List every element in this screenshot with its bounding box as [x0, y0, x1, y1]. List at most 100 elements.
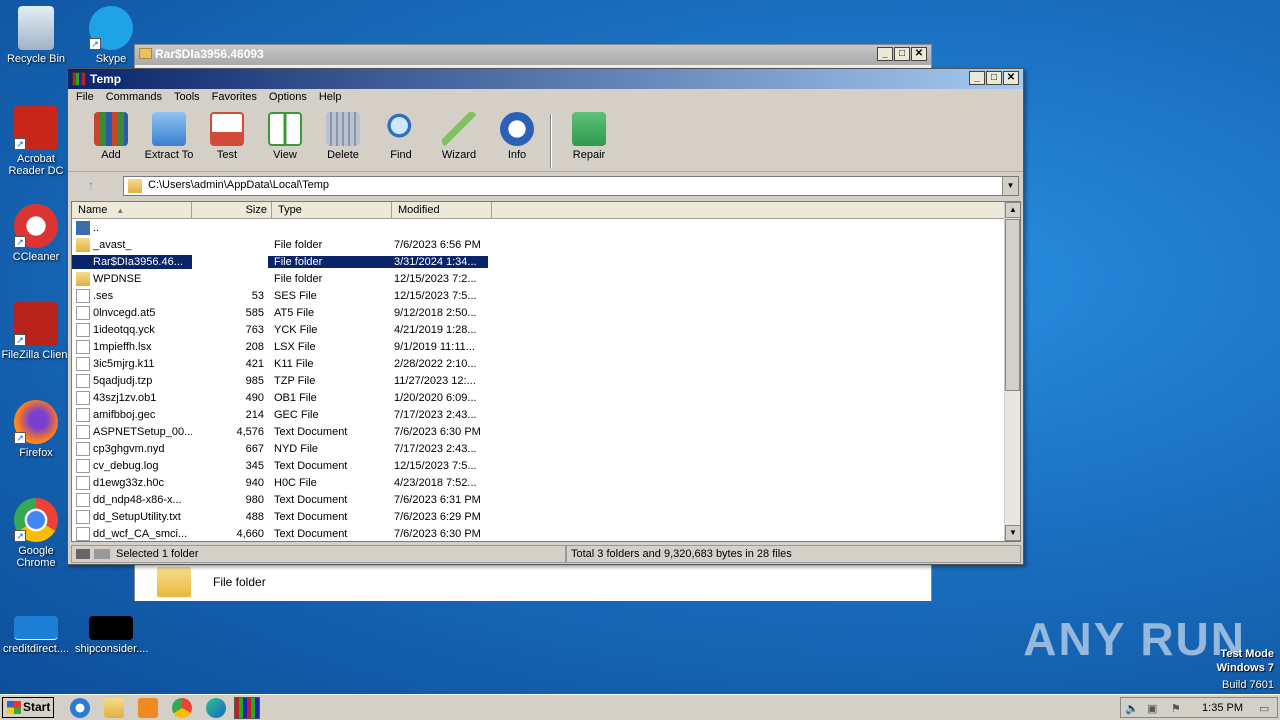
menu-favorites[interactable]: Favorites [206, 91, 263, 108]
table-row[interactable]: 1ideotqq.yck 763 YCK File 4/21/2019 1:28... [72, 321, 1020, 338]
cell-name: Rar$DIa3956.46... [72, 254, 192, 269]
network-icon[interactable]: ▣ [1147, 702, 1161, 715]
table-row[interactable]: dd_wcf_CA_smci... 4,660 Text Document 7/6/2… [72, 525, 1020, 541]
column-size[interactable]: Size [192, 202, 272, 218]
table-row[interactable]: d1ewg33z.h0c 940 H0C File 4/23/2018 7:52... [72, 474, 1020, 491]
table-row[interactable]: WPDNSE File folder 12/15/2023 7:2... [72, 270, 1020, 287]
menu-file[interactable]: File [70, 91, 100, 108]
flag-icon[interactable]: ⚑ [1171, 702, 1185, 715]
media-player-icon[interactable] [138, 698, 158, 718]
desktop-icon-recycle-bin[interactable]: Recycle Bin [0, 6, 72, 65]
show-desktop-icon[interactable]: ▭ [1259, 702, 1273, 715]
clock[interactable]: 1:35 PM [1202, 702, 1243, 714]
edge-icon[interactable] [206, 698, 226, 718]
info-icon [500, 112, 534, 146]
table-row[interactable]: dd_ndp48-x86-x... 980 Text Document 7/6/202… [72, 491, 1020, 508]
scroll-thumb[interactable] [1005, 219, 1020, 391]
table-row[interactable]: 3ic5mjrg.k11 421 K11 File 2/28/2022 2:10... [72, 355, 1020, 372]
cell-modified: 12/15/2023 7:2... [394, 272, 477, 285]
file-icon [76, 339, 90, 354]
ccleaner-icon: ↗ [14, 204, 58, 248]
table-row[interactable]: 43szj1zv.ob1 490 OB1 File 1/20/2020 6:09... [72, 389, 1020, 406]
table-row[interactable]: .. [72, 219, 1020, 236]
desktop-icon-acrobat[interactable]: ↗ Acrobat Reader DC [0, 106, 72, 177]
firefox-icon: ↗ [14, 400, 58, 444]
test-button[interactable]: Test [198, 110, 256, 171]
column-type[interactable]: Type [272, 202, 392, 218]
cell-type: TZP File [274, 374, 316, 387]
desktop-icon-chrome[interactable]: ↗ Google Chrome [0, 498, 72, 569]
table-row[interactable]: 0lnvcegd.at5 585 AT5 File 9/12/2018 2:50... [72, 304, 1020, 321]
column-modified[interactable]: Modified [392, 202, 492, 218]
file-icon [76, 390, 90, 405]
cell-modified: 3/31/2024 1:34... [388, 255, 488, 268]
minimize-button[interactable]: _ [877, 47, 893, 61]
drive-status-icon [76, 549, 110, 559]
test-mode-line2: Windows 7 [1216, 662, 1274, 674]
scroll-down-button[interactable]: ▼ [1005, 525, 1020, 541]
table-row[interactable]: amifbboj.gec 214 GEC File 7/17/2023 2:43... [72, 406, 1020, 423]
start-button[interactable]: Start [2, 697, 54, 718]
folder-icon [128, 179, 142, 193]
menu-tools[interactable]: Tools [168, 91, 206, 108]
table-row[interactable]: dd_SetupUtility.txt 488 Text Document 7/6/2… [72, 508, 1020, 525]
internet-explorer-icon[interactable] [70, 698, 90, 718]
winrar-titlebar[interactable]: Temp _ □ ✕ [68, 69, 1023, 89]
table-row[interactable]: .ses 53 SES File 12/15/2023 7:5... [72, 287, 1020, 304]
maximize-button[interactable]: □ [894, 47, 910, 61]
sort-asc-icon: ▲ [116, 206, 125, 215]
table-row[interactable]: Rar$DIa3956.46... File folder 3/31/2024 1:… [72, 253, 1020, 270]
desktop-icon-filezilla[interactable]: ↗ FileZilla Client [0, 302, 72, 361]
menu-commands[interactable]: Commands [100, 91, 168, 108]
winrar-window[interactable]: Temp _ □ ✕ File Commands Tools Favorites… [67, 68, 1024, 565]
minimize-button[interactable]: _ [969, 71, 985, 85]
address-bar[interactable]: C:\Users\admin\AppData\Local\Temp ▼ [123, 176, 1019, 196]
file-icon [89, 616, 133, 640]
cell-type: File folder [274, 272, 323, 285]
cell-size: 208 [245, 340, 264, 353]
wizard-button[interactable]: Wizard [430, 110, 488, 171]
chrome-icon[interactable] [172, 698, 192, 718]
delete-button[interactable]: Delete [314, 110, 372, 171]
table-row[interactable]: ASPNETSetup_00... 4,576 Text Document 7/6/2… [72, 423, 1020, 440]
close-button[interactable]: ✕ [1003, 71, 1019, 85]
maximize-button[interactable]: □ [986, 71, 1002, 85]
desktop-icon-creditdirect[interactable]: creditdirect.... [0, 616, 72, 655]
toolbar: Add Extract To Test View Delete Find Wiz… [68, 108, 1023, 172]
add-button[interactable]: Add [82, 110, 140, 171]
close-button[interactable]: ✕ [911, 47, 927, 61]
file-icon [76, 322, 90, 337]
scroll-up-button[interactable]: ▲ [1005, 202, 1020, 218]
view-button[interactable]: View [256, 110, 314, 171]
extract-to-button[interactable]: Extract To [140, 110, 198, 171]
up-arrow-icon[interactable]: ↑ [82, 177, 100, 193]
info-button[interactable]: Info [488, 110, 546, 171]
repair-button[interactable]: Repair [560, 110, 618, 171]
table-row[interactable]: _avast_ File folder 7/6/2023 6:56 PM [72, 236, 1020, 253]
table-row[interactable]: cv_debug.log 345 Text Document 12/15/2023 7… [72, 457, 1020, 474]
vertical-scrollbar[interactable]: ▲ ▼ [1004, 202, 1020, 541]
desktop-icon-ccleaner[interactable]: ↗ CCleaner [0, 204, 72, 263]
background-window-titlebar[interactable]: Rar$DIa3956.46093 _ □ ✕ [135, 45, 931, 65]
column-name[interactable]: Name ▲ [72, 202, 192, 218]
table-row[interactable]: 1mpieffh.lsx 208 LSX File 9/1/2019 11:11... [72, 338, 1020, 355]
table-row[interactable]: cp3ghgvm.nyd 667 NYD File 7/17/2023 2:43... [72, 440, 1020, 457]
volume-icon[interactable]: 🔈 [1125, 702, 1139, 715]
winrar-taskbar-icon[interactable] [234, 697, 260, 719]
chevron-down-icon[interactable]: ▼ [1002, 177, 1018, 195]
shortcut-arrow-icon: ↗ [14, 334, 26, 346]
file-list[interactable]: Name ▲ Size Type Modified .. _avast_ File … [71, 201, 1021, 542]
menu-options[interactable]: Options [263, 91, 313, 108]
folder-icon [157, 567, 191, 597]
table-row[interactable]: 5qadjudj.tzp 985 TZP File 11/27/2023 12:... [72, 372, 1020, 389]
cell-type: NYD File [274, 442, 319, 455]
desktop-icon-firefox[interactable]: ↗ Firefox [0, 400, 72, 459]
filezilla-icon: ↗ [14, 302, 58, 346]
menu-help[interactable]: Help [313, 91, 348, 108]
cell-modified: 12/15/2023 7:5... [394, 289, 477, 302]
shortcut-arrow-icon: ↗ [14, 138, 26, 150]
explorer-folder-icon[interactable] [104, 698, 124, 718]
find-button[interactable]: Find [372, 110, 430, 171]
cell-name: dd_ndp48-x86-x... [72, 492, 192, 507]
desktop-icon-shipconsider[interactable]: shipconsider.... [75, 616, 148, 655]
